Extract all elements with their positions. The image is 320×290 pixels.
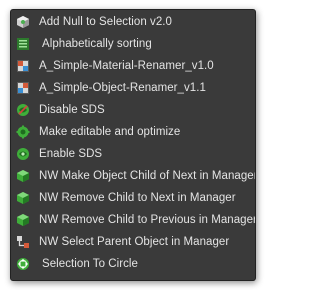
- menu-item-add-null[interactable]: Add Null to Selection v2.0: [11, 11, 255, 33]
- menu-item-nw-remove-next[interactable]: NW Remove Child to Next in Manager: [11, 187, 255, 209]
- menu-item-disable-sds[interactable]: Disable SDS: [11, 99, 255, 121]
- menu-item-label: Selection To Circle: [42, 258, 138, 270]
- menu-item-label: NW Select Parent Object in Manager: [39, 236, 230, 248]
- menu-item-enable-sds[interactable]: Enable SDS: [11, 143, 255, 165]
- menu-item-label: Disable SDS: [39, 104, 105, 116]
- hierarchy-icon: [16, 235, 30, 249]
- menu-item-nw-select-parent[interactable]: NW Select Parent Object in Manager: [11, 231, 255, 253]
- green-cube-icon: [16, 191, 30, 205]
- menu-item-label: A_Simple-Object-Renamer_v1.1: [39, 82, 206, 94]
- menu-item-label: Add Null to Selection v2.0: [39, 16, 172, 28]
- object-grid-icon: [16, 81, 30, 95]
- menu-item-label: NW Remove Child to Next in Manager: [39, 192, 236, 204]
- menu-item-label: NW Make Object Child of Next in Manager: [39, 170, 256, 182]
- menu-item-label: NW Remove Child to Previous in Manager: [39, 214, 256, 226]
- menu-item-alphabetically-sorting[interactable]: Alphabetically sorting: [11, 33, 255, 55]
- menu-item-label: Alphabetically sorting: [42, 38, 152, 50]
- menu-item-label: Make editable and optimize: [39, 126, 181, 138]
- sds-disable-icon: [16, 103, 30, 117]
- gear-script-icon: [16, 125, 30, 139]
- green-cube-icon: [16, 213, 30, 227]
- menu-item-material-renamer[interactable]: A_Simple-Material-Renamer_v1.0: [11, 55, 255, 77]
- script-context-menu: Add Null to Selection v2.0 Alphabeticall…: [10, 9, 256, 281]
- material-grid-icon: [16, 59, 30, 73]
- menu-item-label: Enable SDS: [39, 148, 103, 160]
- circle-select-icon: [16, 257, 30, 271]
- sort-list-icon: [16, 37, 30, 51]
- menu-item-nw-make-child[interactable]: NW Make Object Child of Next in Manager: [11, 165, 255, 187]
- menu-item-selection-to-circle[interactable]: Selection To Circle: [11, 253, 255, 275]
- menu-item-nw-remove-previous[interactable]: NW Remove Child to Previous in Manager: [11, 209, 255, 231]
- green-cube-icon: [16, 169, 30, 183]
- menu-item-label: A_Simple-Material-Renamer_v1.0: [39, 60, 214, 72]
- sds-enable-icon: [16, 147, 30, 161]
- menu-item-object-renamer[interactable]: A_Simple-Object-Renamer_v1.1: [11, 77, 255, 99]
- menu-item-make-editable[interactable]: Make editable and optimize: [11, 121, 255, 143]
- null-cube-icon: [16, 15, 30, 29]
